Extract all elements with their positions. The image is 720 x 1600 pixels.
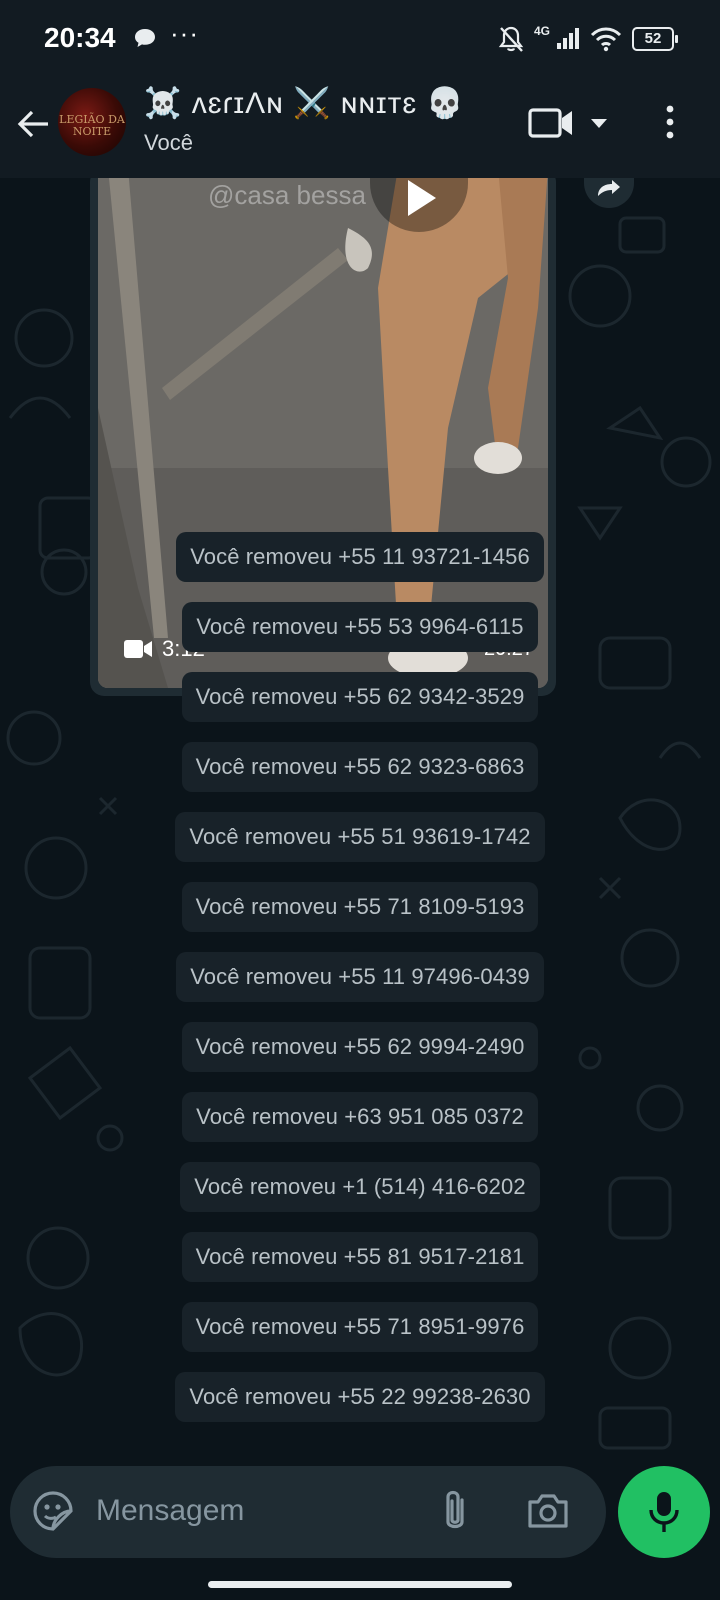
system-message-text: Você removeu +55 53 9964-6115 [182, 602, 538, 652]
video-watermark: @casa bessa [208, 180, 366, 210]
system-message: Você removeu +55 81 9517-2181 [0, 1232, 720, 1282]
message-input[interactable]: Mensagem [96, 1494, 244, 1528]
status-icons: 4G 52 [498, 24, 678, 54]
call-dropdown-icon[interactable] [590, 118, 608, 130]
system-message-text: Você removeu +55 11 93721-1456 [176, 532, 544, 582]
system-message: Você removeu +63 951 085 0372 [0, 1092, 720, 1142]
system-message: Você removeu +55 71 8951-9976 [0, 1302, 720, 1352]
group-name[interactable]: ☠️ ʌɛɾɪɅɴ ⚔️ ɴɴɪтɛ 💀 [144, 86, 465, 121]
signal-icon [557, 28, 579, 49]
group-avatar[interactable]: LEGIÃO DA NOITE [58, 88, 126, 156]
system-message: Você removeu +55 62 9994-2490 [0, 1022, 720, 1072]
more-options-icon[interactable] [664, 104, 676, 140]
sticker-icon[interactable] [32, 1490, 74, 1532]
system-message-text: Você removeu +55 11 97496-0439 [176, 952, 544, 1002]
system-message: Você removeu +55 53 9964-6115 [0, 602, 720, 652]
system-message: Você removeu +55 51 93619-1742 [0, 812, 720, 862]
play-icon [408, 180, 436, 216]
muted-bell-icon [498, 26, 524, 52]
camera-icon[interactable] [526, 1492, 570, 1530]
microphone-icon [649, 1492, 679, 1532]
back-arrow-icon[interactable] [14, 104, 54, 144]
voice-message-button[interactable] [618, 1466, 710, 1558]
system-message: Você removeu +1 (514) 416-6202 [0, 1162, 720, 1212]
battery-indicator: 52 [632, 27, 678, 51]
system-message-text: Você removeu +55 81 9517-2181 [181, 1232, 539, 1282]
system-message-text: Você removeu +55 62 9994-2490 [181, 1022, 539, 1072]
avatar-logo-text: LEGIÃO DA NOITE [59, 113, 125, 138]
system-message-text: Você removeu +55 62 9342-3529 [181, 672, 539, 722]
message-composer[interactable]: Mensagem [10, 1466, 606, 1558]
system-message-text: Você removeu +55 62 9323-6863 [181, 742, 539, 792]
attach-icon[interactable] [438, 1488, 472, 1534]
system-message-text: Você removeu +1 (514) 416-6202 [180, 1162, 540, 1212]
group-subtitle[interactable]: Você [144, 130, 193, 156]
system-message-text: Você removeu +55 22 99238-2630 [175, 1372, 545, 1422]
chat-header: LEGIÃO DA NOITE ☠️ ʌɛɾɪɅɴ ⚔️ ɴɴɪтɛ 💀 Voc… [0, 76, 720, 178]
system-message-text: Você removeu +55 51 93619-1742 [175, 812, 545, 862]
system-message: Você removeu +55 22 99238-2630 [0, 1372, 720, 1422]
video-call-icon[interactable] [528, 106, 574, 140]
more-notifications-icon: ··· [170, 18, 199, 48]
chat-notification-icon [135, 29, 155, 47]
system-message-text: Você removeu +55 71 8109-5193 [181, 882, 539, 932]
network-type: 4G [533, 24, 550, 38]
clock: 20:34 [44, 22, 116, 53]
system-message-text: Você removeu +55 71 8951-9976 [181, 1302, 539, 1352]
system-message: Você removeu +55 11 93721-1456 [0, 532, 720, 582]
system-message: Você removeu +55 11 97496-0439 [0, 952, 720, 1002]
system-message: Você removeu +55 62 9323-6863 [0, 742, 720, 792]
wifi-icon [590, 27, 622, 52]
system-message: Você removeu +55 62 9342-3529 [0, 672, 720, 722]
forward-icon [598, 180, 620, 196]
navigation-handle[interactable] [208, 1581, 512, 1588]
status-bar: 20:34 ··· 4G 52 [0, 0, 720, 76]
system-message-text: Você removeu +63 951 085 0372 [182, 1092, 538, 1142]
chat-area[interactable]: @casa bessa 3:12 20:27 Você removeu +55 … [0, 178, 720, 1460]
system-message: Você removeu +55 71 8109-5193 [0, 882, 720, 932]
